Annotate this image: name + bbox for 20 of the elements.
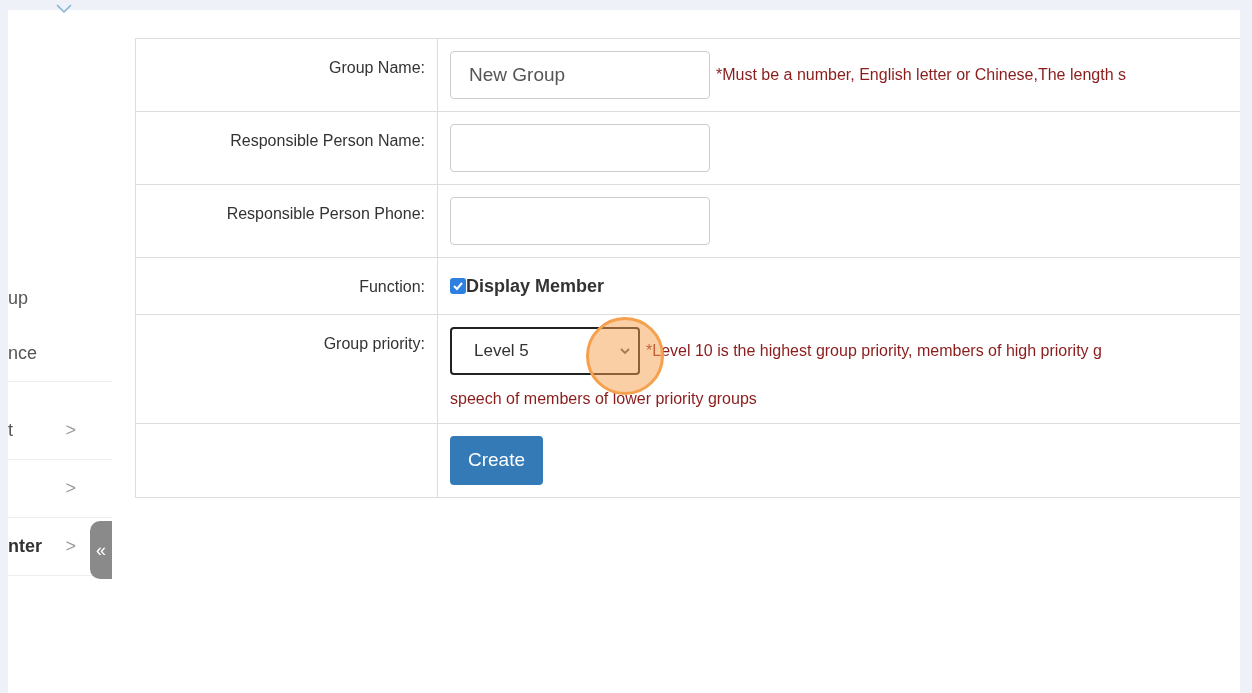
field-label: Responsible Person Phone: bbox=[226, 205, 425, 222]
checkbox[interactable] bbox=[450, 278, 466, 294]
field-label: Responsible Person Name: bbox=[230, 132, 425, 149]
create-button[interactable]: Create bbox=[450, 436, 544, 485]
text-field[interactable] bbox=[450, 124, 710, 172]
sidebar-item[interactable]: t bbox=[8, 417, 13, 444]
field-label: Function: bbox=[359, 278, 425, 295]
text-field[interactable] bbox=[450, 197, 710, 245]
sidebar-item[interactable]: nce bbox=[8, 340, 38, 367]
chevron-down-icon bbox=[620, 347, 630, 355]
field-label: Group priority: bbox=[323, 335, 425, 352]
text-field[interactable]: New Group bbox=[450, 51, 710, 99]
sidebar-item[interactable]: nter bbox=[8, 533, 42, 560]
hint-text: *Must be a number, English letter or Chinese,The length s bbox=[716, 65, 1126, 85]
hint-text: speech of members of lower priority groups bbox=[450, 389, 758, 409]
checkbox-label[interactable]: Display Member bbox=[466, 272, 605, 300]
field-label: Group Name: bbox=[328, 59, 425, 76]
priority-select[interactable]: Level 5 bbox=[450, 327, 640, 375]
sidebar-item[interactable]: up bbox=[8, 284, 29, 312]
chevron-down-icon[interactable] bbox=[56, 4, 72, 14]
